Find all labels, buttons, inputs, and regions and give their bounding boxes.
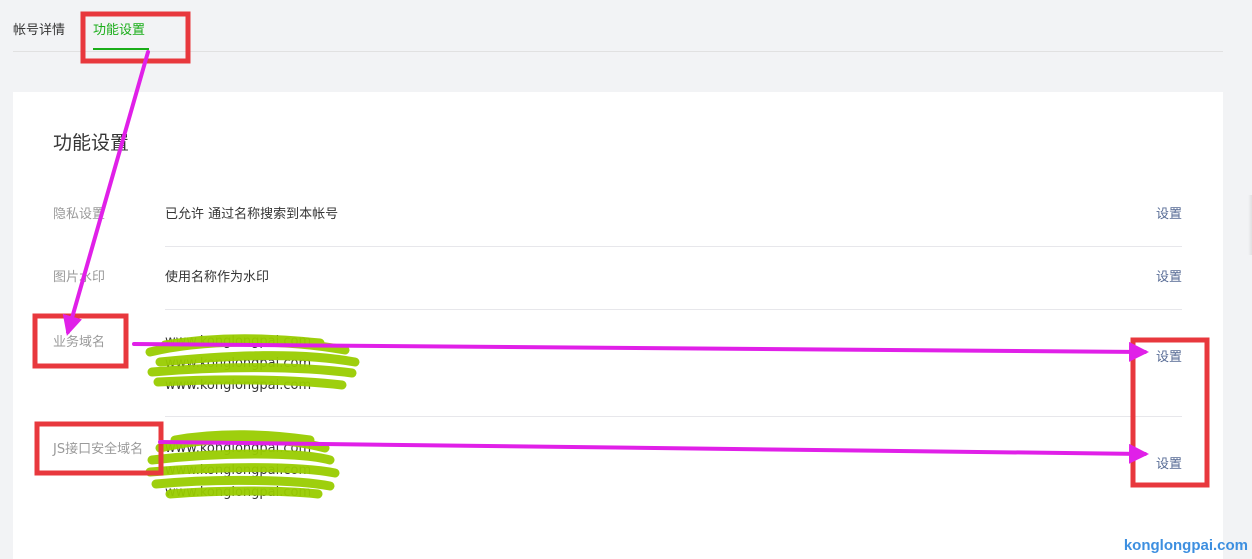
privacy-settings-link[interactable]: 设置 <box>1156 206 1182 224</box>
settings-row-business-domain: 业务域名 www.konglongpai.com www.konglongpai… <box>53 334 1182 414</box>
js-domain-settings-link[interactable]: 设置 <box>1156 456 1182 474</box>
domain-list: www.konglongpai.com www.konglongpai.com … <box>165 438 311 504</box>
tab-account-details[interactable]: 帐号详情 <box>13 22 65 40</box>
domain-item: www.konglongpai.com <box>165 378 312 393</box>
active-tab-indicator <box>93 48 149 50</box>
section-title: 功能设置 <box>53 132 130 154</box>
divider <box>165 309 1182 310</box>
row-label: 隐私设置 <box>53 207 106 222</box>
settings-row-js-domain: JS接口安全域名 www.konglongpai.com www.konglon… <box>53 441 1182 521</box>
business-domain-settings-link[interactable]: 设置 <box>1156 349 1182 367</box>
domain-list: www.konglongpai.com www.konglongpai.com … <box>165 331 311 397</box>
divider <box>165 246 1182 247</box>
row-label: JS接口安全域名 <box>53 442 144 457</box>
row-value: 使用名称作为水印 <box>165 270 270 285</box>
divider <box>165 416 1182 417</box>
domain-item: www.konglongpai.com <box>165 441 312 456</box>
settings-row-watermark: 图片水印 使用名称作为水印 设置 <box>53 269 1182 309</box>
domain-item: www.konglongpai.com <box>165 463 312 478</box>
tab-bar: 帐号详情 功能设置 <box>13 0 1223 52</box>
scroll-edge-shadow <box>1248 195 1252 255</box>
watermark-settings-link[interactable]: 设置 <box>1156 269 1182 287</box>
domain-item: www.konglongpai.com <box>165 334 312 349</box>
row-label: 业务域名 <box>53 335 106 350</box>
row-value: 已允许 通过名称搜索到本帐号 <box>165 207 339 222</box>
settings-row-privacy: 隐私设置 已允许 通过名称搜索到本帐号 设置 <box>53 206 1182 246</box>
domain-item: www.konglongpai.com <box>165 485 312 500</box>
domain-item: www.konglongpai.com <box>165 356 312 371</box>
settings-card: 功能设置 隐私设置 已允许 通过名称搜索到本帐号 设置 图片水印 使用名称作为水… <box>13 92 1223 559</box>
site-watermark: konglongpai.com <box>1123 537 1248 554</box>
tab-feature-settings[interactable]: 功能设置 <box>93 22 145 40</box>
row-label: 图片水印 <box>53 270 106 285</box>
